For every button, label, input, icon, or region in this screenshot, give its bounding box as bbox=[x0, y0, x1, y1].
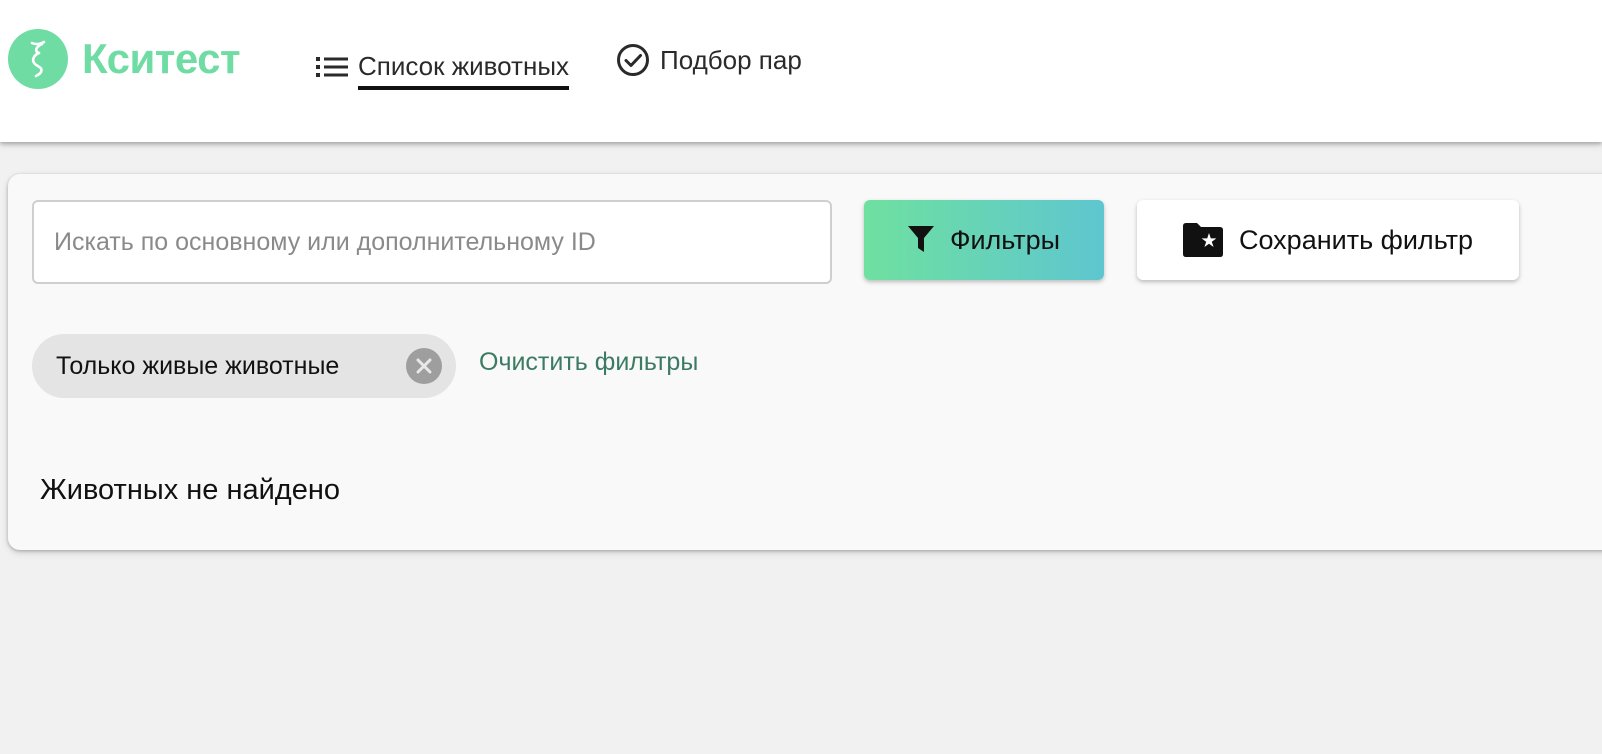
folder-star-icon bbox=[1182, 223, 1223, 257]
logo-text: Кситест bbox=[82, 35, 241, 82]
empty-state-message: Животных не найдено bbox=[40, 474, 340, 506]
logo[interactable]: Кситест bbox=[8, 29, 241, 89]
clear-filters-link[interactable]: Очистить фильтры bbox=[479, 348, 698, 377]
check-circle-icon bbox=[616, 43, 650, 77]
app-header: Кситест Список животных Подбор пар bbox=[0, 0, 1602, 142]
nav-tab-label: Подбор пар bbox=[660, 44, 802, 75]
filter-icon bbox=[907, 226, 934, 254]
nav-tab-pair-matching[interactable]: Подбор пар bbox=[616, 43, 802, 77]
animal-list-card: Фильтры Сохранить фильтр Только живые жи… bbox=[8, 174, 1602, 550]
filters-button[interactable]: Фильтры bbox=[864, 200, 1104, 280]
nav-tab-animal-list[interactable]: Список животных bbox=[316, 43, 570, 90]
search-input[interactable] bbox=[32, 200, 832, 284]
filter-chip: Только живые животные bbox=[32, 334, 456, 398]
save-filter-button[interactable]: Сохранить фильтр bbox=[1137, 200, 1519, 280]
filters-button-label: Фильтры bbox=[949, 224, 1061, 255]
close-icon[interactable] bbox=[406, 348, 442, 384]
nav-tab-label: Список животных bbox=[358, 51, 570, 90]
xi-icon bbox=[8, 29, 68, 89]
filter-chip-label: Только живые животные bbox=[56, 351, 340, 380]
save-filter-button-label: Сохранить фильтр bbox=[1238, 224, 1474, 255]
list-icon bbox=[316, 56, 348, 78]
